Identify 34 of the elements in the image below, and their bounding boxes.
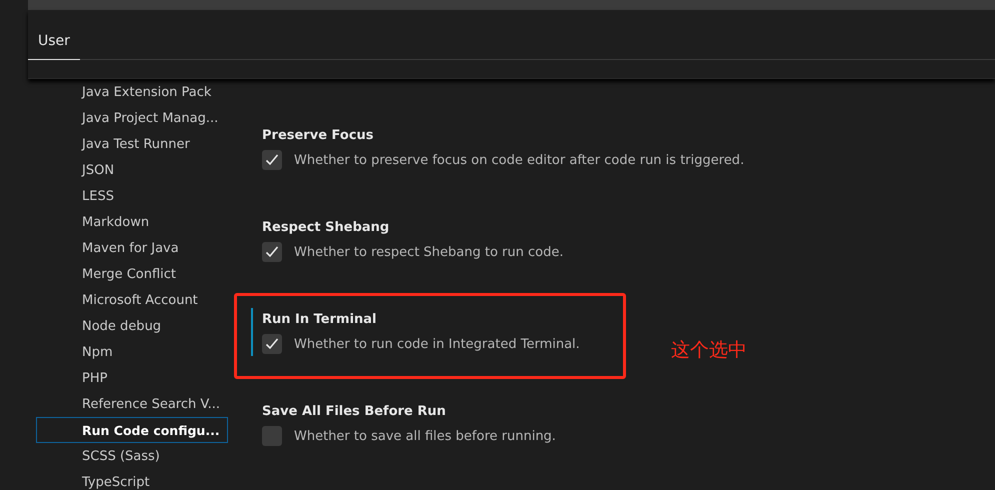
checkbox[interactable] — [262, 334, 282, 354]
checkbox[interactable] — [262, 150, 282, 170]
sidebar-item[interactable]: TypeScript — [36, 469, 228, 490]
tab[interactable]: User — [28, 33, 80, 60]
setting-title: Save All Files Before Run — [262, 403, 447, 421]
setting-description: Whether to save all files before running. — [294, 428, 556, 444]
setting-description: Whether to respect Shebang to run code. — [294, 244, 564, 260]
setting-title: Run In Terminal — [262, 311, 378, 329]
sidebar-item[interactable]: Maven for Java — [36, 235, 228, 261]
setting-title: Preserve Focus — [262, 127, 375, 145]
sidebar-item[interactable]: Java Project Manag... — [36, 105, 228, 131]
checkbox[interactable] — [262, 242, 282, 262]
sidebar-item[interactable]: Merge Conflict — [36, 261, 228, 287]
sidebar-item[interactable]: Reference Search V... — [36, 391, 228, 417]
check-icon — [264, 152, 280, 168]
sidebar-item[interactable]: JSON — [36, 157, 228, 183]
sidebar-item[interactable]: PHP — [36, 365, 228, 391]
check-icon — [264, 244, 280, 260]
search-field[interactable] — [28, 0, 995, 10]
annotation-text: 这个选中 — [671, 338, 747, 363]
sidebar-item[interactable]: Node debug — [36, 313, 228, 339]
sidebar-item[interactable]: Run Code configu... — [36, 417, 228, 443]
check-icon — [264, 336, 280, 352]
sidebar-item[interactable]: Npm — [36, 339, 228, 365]
setting-description: Whether to preserve focus on code editor after code run is triggered. — [294, 152, 744, 168]
sidebar-item[interactable]: Markdown — [36, 209, 228, 235]
sidebar-item[interactable]: SCSS (Sass) — [36, 443, 228, 469]
sidebar-item[interactable]: Java Extension Pack — [36, 79, 228, 105]
sidebar-item[interactable]: Java Test Runner — [36, 131, 228, 157]
checkbox[interactable] — [262, 426, 282, 446]
sidebar-item[interactable]: Microsoft Account — [36, 287, 228, 313]
sidebar-item[interactable]: LESS — [36, 183, 228, 209]
setting-title: Respect Shebang — [262, 219, 390, 237]
setting-description: Whether to run code in Integrated Terminal. — [294, 336, 580, 352]
